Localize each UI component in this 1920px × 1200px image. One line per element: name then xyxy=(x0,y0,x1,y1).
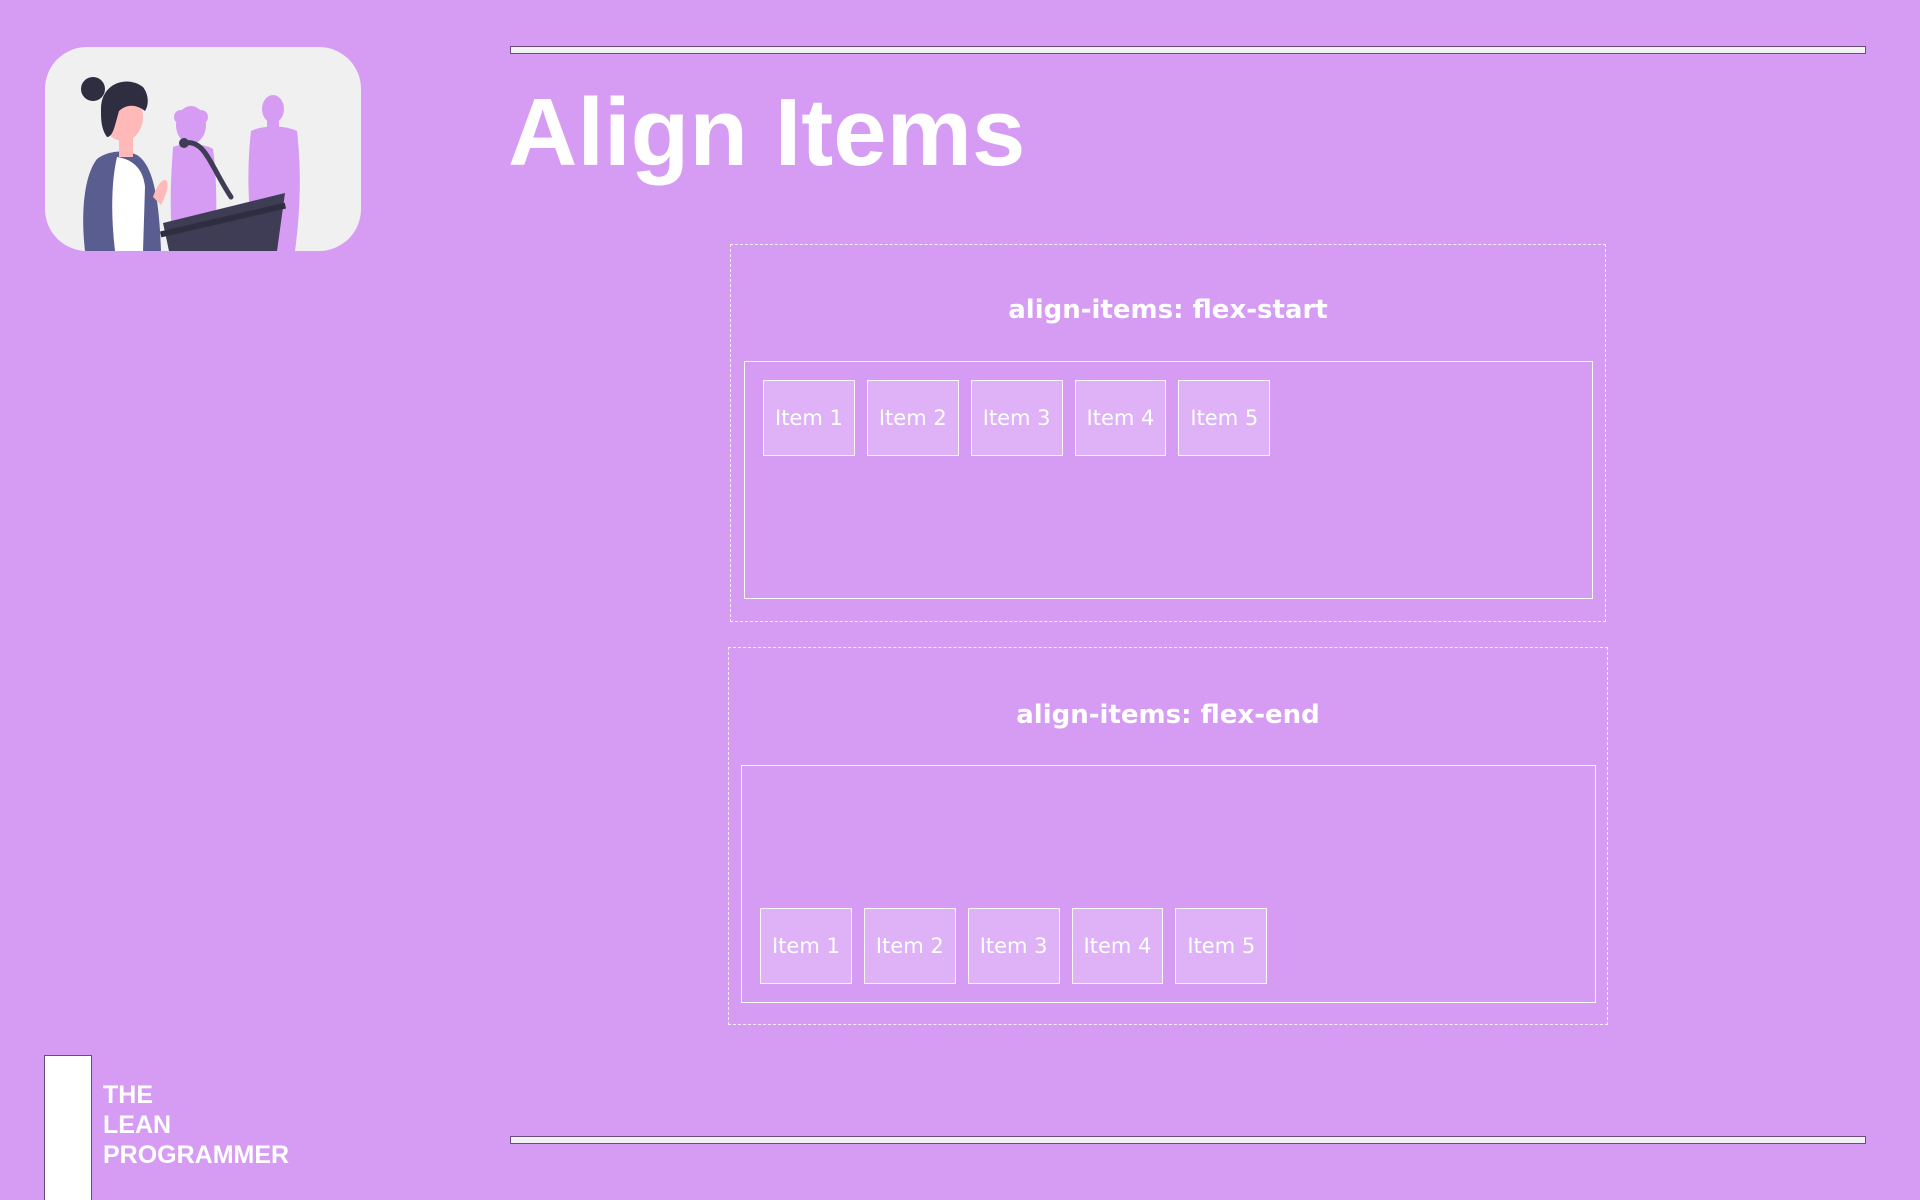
flex-container: Item 1 Item 2 Item 3 Item 4 Item 5 xyxy=(744,361,1593,599)
brand-line: LEAN xyxy=(103,1111,172,1139)
demo-caption: align-items: flex-start xyxy=(1008,295,1328,325)
speaker-illustration xyxy=(45,47,361,251)
flex-item: Item 4 xyxy=(1071,908,1164,984)
top-divider xyxy=(510,46,1866,54)
speaker-at-podium-icon xyxy=(81,77,300,251)
bottom-divider xyxy=(510,1136,1866,1144)
flex-item: Item 1 xyxy=(763,380,855,456)
brand-logo-text: THE LEAN PROGRAMMER xyxy=(103,1080,289,1170)
page-title: Align Items xyxy=(508,79,1026,186)
flex-start-demo: align-items: flex-start Item 1 Item 2 It… xyxy=(730,244,1606,622)
flex-item: Item 3 xyxy=(970,380,1063,456)
flex-item: Item 2 xyxy=(866,380,959,456)
flex-item: Item 5 xyxy=(1178,380,1271,456)
brand-line: PROGRAMMER xyxy=(103,1141,290,1169)
flex-item: Item 2 xyxy=(863,908,956,984)
flex-item: Item 3 xyxy=(967,908,1060,984)
flex-item: Item 5 xyxy=(1175,908,1268,984)
brand-line: THE xyxy=(103,1081,153,1109)
flex-item: Item 4 xyxy=(1074,380,1167,456)
flex-container: Item 1 Item 2 Item 3 Item 4 Item 5 xyxy=(741,765,1596,1003)
brand-bar xyxy=(44,1055,92,1200)
demo-caption: align-items: flex-end xyxy=(1016,700,1320,730)
flex-item: Item 1 xyxy=(760,908,852,984)
flex-end-demo: align-items: flex-end Item 1 Item 2 Item… xyxy=(728,647,1608,1025)
